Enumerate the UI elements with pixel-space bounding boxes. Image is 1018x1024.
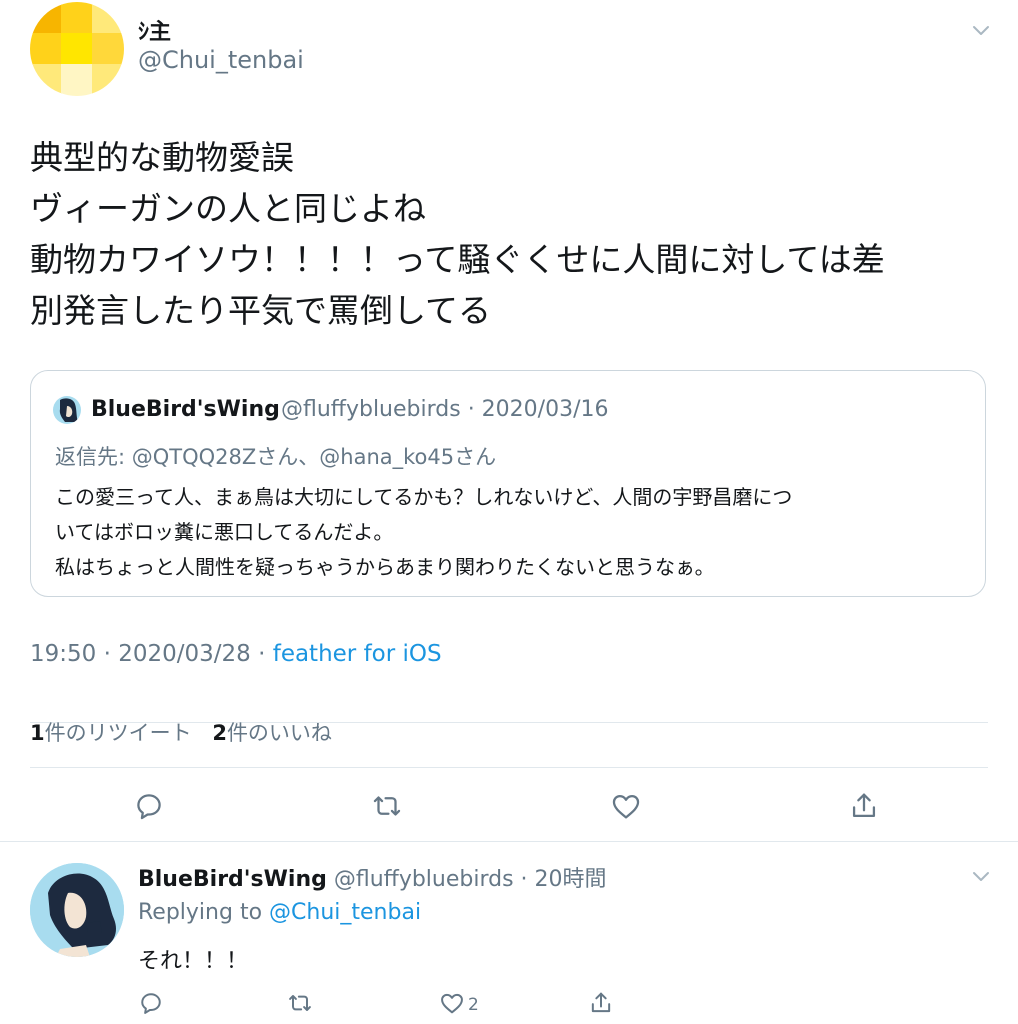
reply-icon[interactable]	[132, 789, 166, 827]
retweet-stat[interactable]: 1件のリツイート	[30, 721, 198, 745]
replying-to: Replying to @Chui_tenbai	[138, 900, 421, 925]
retweet-icon[interactable]	[286, 989, 314, 1021]
retweet-count: 1	[30, 721, 45, 745]
share-icon[interactable]	[847, 789, 881, 827]
reply-author-avatar[interactable]	[30, 863, 124, 957]
retweet-label: 件のリツイート	[44, 721, 192, 745]
replying-handle[interactable]: @Chui_tenbai	[269, 900, 421, 925]
reply-text: それ！！！	[138, 949, 249, 974]
author-avatar[interactable]	[30, 2, 124, 96]
quoted-reply-to: 返信先: @QTQQ28Zさん、@hana_ko45さん	[55, 445, 497, 469]
reply-like-button[interactable]: 2	[438, 989, 479, 1021]
share-icon[interactable]	[587, 989, 615, 1021]
reply-icon[interactable]	[137, 989, 165, 1021]
divider	[30, 767, 988, 768]
tweet-text-line: ヴィーガンの人と同じよね	[30, 189, 426, 228]
tweet-text-line: 動物カワイソウ！！！！って騒ぐくせに人間に対しては差	[30, 240, 885, 279]
section-divider	[0, 841, 1018, 842]
quoted-text-line: 私はちょっと人間性を疑っちゃうからあまり関わりたくないと思うなぁ。	[55, 555, 715, 579]
like-icon	[438, 989, 466, 1021]
tweet-text: 典型的な動物愛誤 ヴィーガンの人と同じよね 動物カワイソウ！！！！って騒ぐくせに…	[30, 132, 990, 336]
quoted-text: この愛三って人、まぁ鳥は大切にしてるかも？しれないけど、人間の宇野昌磨につ いて…	[55, 480, 975, 585]
tweet-meta: 19:50 · 2020/03/28 · feather for iOS	[30, 641, 442, 667]
retweet-icon[interactable]	[370, 789, 404, 827]
reply-like-count: 2	[468, 995, 479, 1015]
quoted-tweet[interactable]: BlueBird'sWing @fluffybluebirds · 2020/0…	[30, 370, 986, 597]
tweet-source[interactable]: feather for iOS	[273, 641, 442, 667]
quoted-author-name: BlueBird'sWing	[91, 397, 280, 422]
tweet-timestamp[interactable]: 19:50 · 2020/03/28 ·	[30, 641, 273, 667]
quoted-text-line: いてはボロッ糞に悪口してるんだよ。	[55, 520, 394, 544]
quoted-text-line: この愛三って人、まぁ鳥は大切にしてるかも？しれないけど、人間の宇野昌磨につ	[55, 485, 793, 509]
like-label: 件のいいね	[226, 721, 332, 745]
like-stat[interactable]: 2件のいいね	[212, 721, 332, 745]
like-icon[interactable]	[609, 789, 643, 827]
author-handle[interactable]: @Chui_tenbai	[138, 46, 304, 74]
quoted-handle-date: @fluffybluebirds · 2020/03/16	[281, 397, 609, 422]
replying-label: Replying to	[138, 900, 270, 925]
tweet-stats: 1件のリツイート 2件のいいね	[30, 717, 332, 747]
reply-handle-time[interactable]: @fluffybluebirds · 20時間	[334, 867, 607, 892]
quoted-author-avatar	[53, 396, 81, 424]
like-count: 2	[212, 721, 227, 745]
tweet-text-line: 別発言したり平気で罵倒してる	[30, 291, 492, 330]
reply-author-name[interactable]: BlueBird'sWing	[138, 867, 327, 892]
reply-header: BlueBird'sWing @fluffybluebirds · 20時間	[138, 861, 607, 893]
tweet-text-line: 典型的な動物愛誤	[30, 138, 294, 177]
chevron-down-icon[interactable]	[969, 18, 993, 42]
author-name[interactable]: ｼ主	[138, 14, 171, 46]
chevron-down-icon[interactable]	[969, 864, 993, 888]
